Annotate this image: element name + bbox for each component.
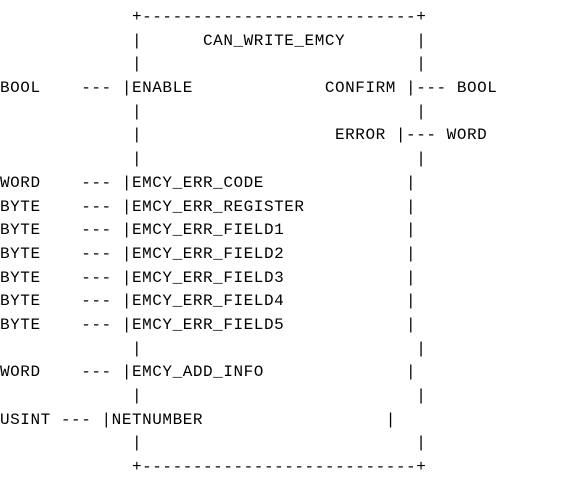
input-line-emcy-err-field1: BYTE --- |EMCY_ERR_FIELD1 |: [0, 221, 417, 240]
function-block-diagram: +---------------------------+ | CAN_WRIT…: [0, 6, 497, 480]
block-title-line: | CAN_WRITE_EMCY |: [0, 31, 427, 50]
block-spacer-line: | |: [0, 339, 427, 358]
diagram-canvas: +---------------------------+ | CAN_WRIT…: [0, 0, 585, 476]
block-bottom-border: +---------------------------+: [0, 458, 427, 477]
input-line-emcy-err-code: WORD --- |EMCY_ERR_CODE |: [0, 173, 417, 192]
block-spacer-line: | |: [0, 55, 427, 74]
input-line-netnumber: USINT --- |NETNUMBER |: [0, 410, 396, 429]
block-spacer-line: | |: [0, 102, 427, 121]
output-line-error: | ERROR |--- WORD: [0, 126, 488, 145]
input-line-emcy-add-info: WORD --- |EMCY_ADD_INFO |: [0, 363, 417, 382]
block-spacer-line: | |: [0, 434, 427, 453]
input-line-emcy-err-field3: BYTE --- |EMCY_ERR_FIELD3 |: [0, 268, 417, 287]
io-line-enable-confirm: BOOL --- |ENABLE CONFIRM |--- BOOL: [0, 79, 498, 98]
input-line-emcy-err-register: BYTE --- |EMCY_ERR_REGISTER |: [0, 197, 417, 216]
input-line-emcy-err-field5: BYTE --- |EMCY_ERR_FIELD5 |: [0, 315, 417, 334]
input-line-emcy-err-field4: BYTE --- |EMCY_ERR_FIELD4 |: [0, 292, 417, 311]
block-spacer-line: | |: [0, 150, 427, 169]
input-line-emcy-err-field2: BYTE --- |EMCY_ERR_FIELD2 |: [0, 244, 417, 263]
block-spacer-line: | |: [0, 387, 427, 405]
block-top-border: +---------------------------+: [0, 8, 427, 26]
